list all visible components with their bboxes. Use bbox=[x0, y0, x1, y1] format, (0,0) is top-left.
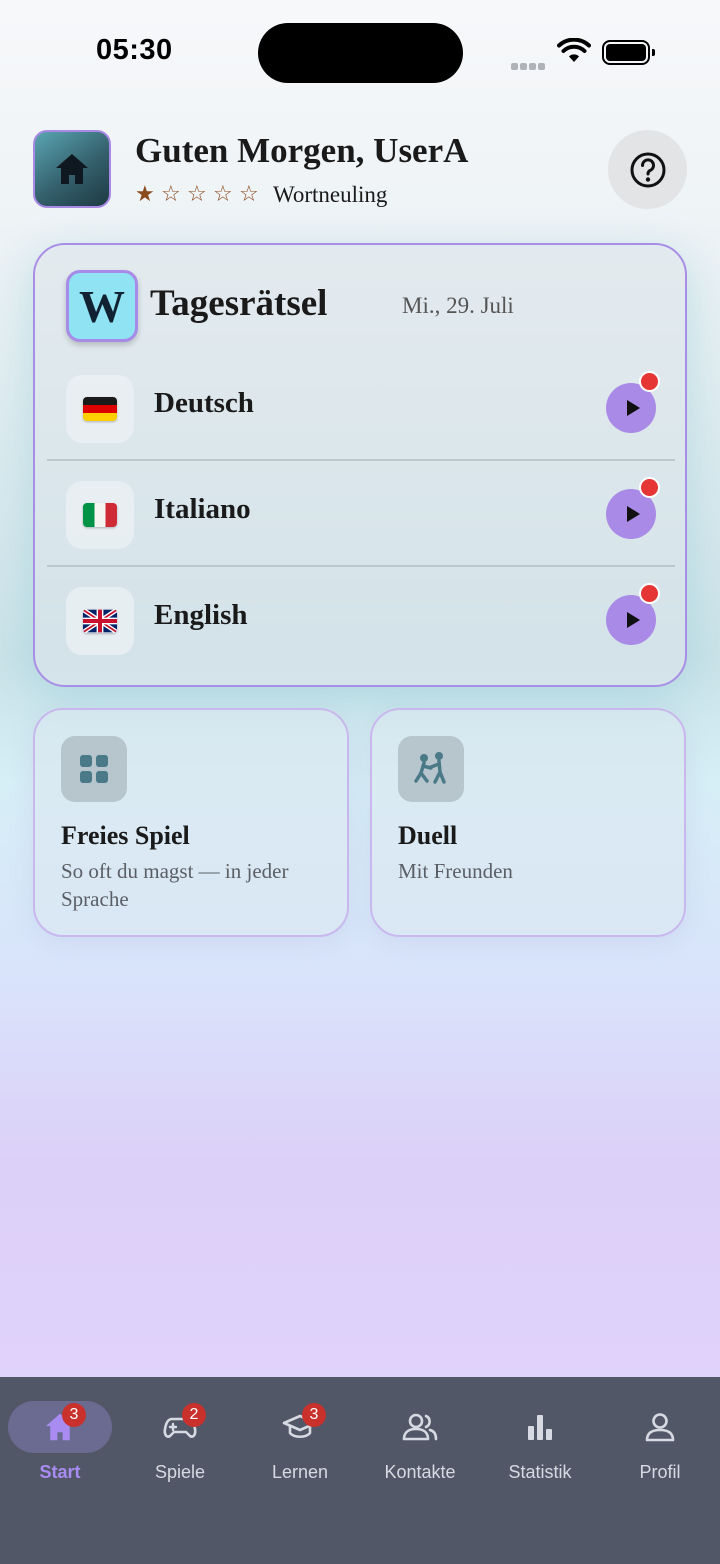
play-icon bbox=[626, 400, 640, 416]
grid-icon bbox=[80, 755, 108, 783]
star-empty-icon: ☆ bbox=[213, 182, 233, 207]
dynamic-island bbox=[258, 23, 463, 83]
signal-icon bbox=[511, 57, 547, 75]
tab-kontakte[interactable]: Kontakte bbox=[360, 1401, 480, 1491]
daily-title: Tagesrätsel bbox=[150, 283, 328, 324]
germany-flag-icon bbox=[83, 397, 117, 421]
italy-flag-icon bbox=[83, 503, 117, 527]
tab-spiele[interactable]: 2 Spiele bbox=[120, 1401, 240, 1491]
language-name: Deutsch bbox=[154, 387, 254, 419]
app-logo: W bbox=[66, 270, 138, 342]
play-icon bbox=[626, 506, 640, 522]
rating-stars: ★ ☆ ☆ ☆ ☆ Wortneuling bbox=[135, 182, 387, 208]
duel-tile[interactable]: Duell Mit Freunden bbox=[370, 708, 686, 937]
notification-dot bbox=[639, 477, 660, 498]
person-icon bbox=[645, 1413, 675, 1442]
star-empty-icon: ☆ bbox=[239, 182, 259, 207]
star-empty-icon: ☆ bbox=[161, 182, 181, 207]
tab-label: Profil bbox=[639, 1462, 681, 1482]
tile-subtitle: Mit Freunden bbox=[398, 859, 513, 883]
wifi-icon bbox=[557, 38, 591, 62]
status-bar: 05:30 bbox=[0, 0, 720, 100]
help-icon bbox=[630, 152, 665, 187]
bar-chart-icon bbox=[528, 1415, 552, 1440]
star-empty-icon: ☆ bbox=[187, 182, 207, 207]
duel-icon bbox=[414, 752, 446, 784]
tab-profil[interactable]: Profil bbox=[600, 1401, 720, 1491]
tile-title: Freies Spiel bbox=[61, 821, 190, 850]
tab-badge: 2 bbox=[182, 1403, 206, 1427]
help-button[interactable] bbox=[608, 130, 687, 209]
language-name: English bbox=[154, 599, 248, 631]
language-row-deutsch[interactable]: Deutsch bbox=[47, 355, 675, 461]
notification-dot bbox=[639, 583, 660, 604]
free-play-tile[interactable]: Freies Spiel So oft du magst — in jeder … bbox=[33, 708, 349, 937]
tab-label: Kontakte bbox=[384, 1462, 456, 1482]
language-row-italiano[interactable]: Italiano bbox=[47, 461, 675, 567]
daily-date: Mi., 29. Juli bbox=[402, 293, 514, 318]
tab-statistik[interactable]: Statistik bbox=[480, 1401, 600, 1491]
notification-dot bbox=[639, 371, 660, 392]
greeting-text: Guten Morgen, UserA bbox=[135, 131, 469, 170]
tab-label: Spiele bbox=[154, 1462, 206, 1482]
tab-start[interactable]: 3 Start bbox=[0, 1401, 120, 1491]
language-name: Italiano bbox=[154, 493, 251, 525]
tile-subtitle: So oft du magst — in jeder Sprache bbox=[61, 859, 289, 911]
status-time: 05:30 bbox=[96, 34, 173, 66]
home-icon bbox=[56, 154, 88, 184]
rank-label: Wortneuling bbox=[273, 182, 388, 207]
tab-lernen[interactable]: 3 Lernen bbox=[240, 1401, 360, 1491]
bottom-tab-bar: 3 Start 2 Spiele 3 Lernen Kontakte Stati… bbox=[0, 1377, 720, 1564]
uk-flag-icon bbox=[83, 609, 117, 633]
contacts-icon bbox=[402, 1413, 438, 1441]
tab-label: Start bbox=[39, 1462, 81, 1482]
home-avatar-button[interactable] bbox=[33, 130, 111, 208]
tile-title: Duell bbox=[398, 821, 458, 850]
battery-icon bbox=[602, 40, 655, 65]
tab-label: Lernen bbox=[271, 1462, 329, 1482]
tab-badge: 3 bbox=[62, 1403, 86, 1427]
play-icon bbox=[626, 612, 640, 628]
tab-label: Statistik bbox=[508, 1462, 572, 1482]
star-filled-icon: ★ bbox=[135, 182, 155, 207]
tab-badge: 3 bbox=[302, 1403, 326, 1427]
daily-puzzle-card: W Tagesrätsel Mi., 29. Juli Deutsch Ital… bbox=[33, 243, 687, 687]
language-row-english[interactable]: English bbox=[47, 567, 675, 673]
